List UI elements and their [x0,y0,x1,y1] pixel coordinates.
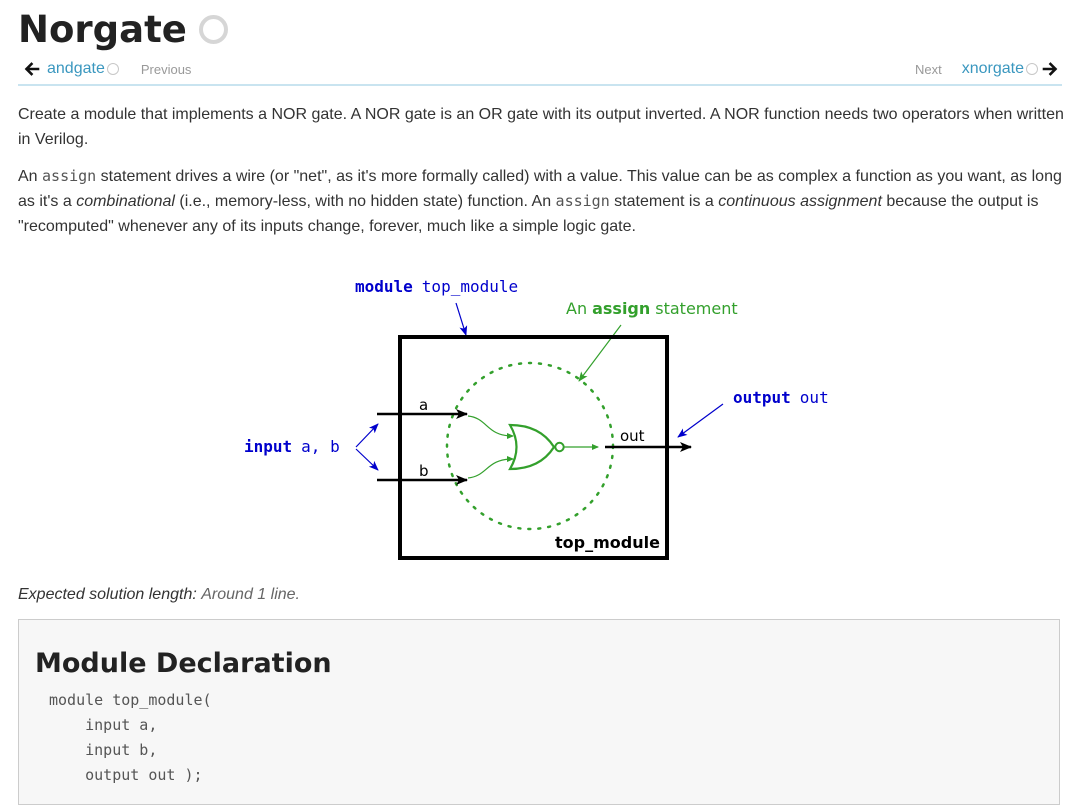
text: An [18,168,43,185]
completion-status-icon [198,14,228,44]
module-box-label: top_module [555,533,660,552]
inline-code: assign [42,167,97,185]
arrow-right-icon[interactable] [1042,61,1058,77]
module-declaration-panel: Module Declaration module top_module( in… [18,619,1060,805]
output-label-arrow [677,403,724,438]
module-diagram: module top_module An assign statement outpu… [244,277,829,560]
previous-problem-link[interactable]: andgate [47,60,105,78]
arrow-left-icon[interactable] [24,61,40,77]
assign-label-arrow [578,324,622,382]
expected-length-value: Around 1 line. [201,586,300,603]
expected-length: Expected solution length: Around 1 line. [18,586,300,604]
module-declaration-title: Module Declaration [35,648,332,679]
nav-next: Next xnorgate [915,60,1058,78]
next-problem-link[interactable]: xnorgate [962,60,1024,78]
inline-code: assign [555,192,610,210]
assign-label: An assign statement [566,299,738,318]
page-title-row: Norgate [18,4,228,54]
assign-paragraph: An assign statement drives a wire (or "n… [18,164,1064,239]
gate-input-a [467,415,514,439]
emphasis: combinational [76,193,175,210]
module-label-arrow [455,302,468,336]
gate-input-b [467,456,514,479]
wire-b-label: b [419,462,429,480]
assign-circle [445,361,615,531]
text: statement is a [609,193,719,210]
nor-bubble [554,441,565,453]
emphasis: continuous assignment [718,193,882,210]
wire-out-label: out [620,427,645,445]
previous-status-icon [106,63,119,75]
input-label-arrow-a [355,423,379,448]
nor-gate-icon [508,423,556,471]
text: (i.e., memory-less, with no hidden state… [174,193,556,210]
problem-navigation: andgate Previous Next xnorgate [18,58,1062,86]
module-declaration-code: module top_module( input a, input b, out… [49,691,212,784]
expected-length-label: Expected solution length: [18,586,197,603]
previous-label: Previous [140,61,192,77]
next-label: Next [915,61,942,77]
next-status-icon [1026,63,1038,75]
page-title: Norgate [18,7,187,51]
input-label-arrow-b [355,448,379,471]
input-label: input a, b [244,437,340,456]
nav-previous: andgate Previous [24,60,191,78]
output-label: output out [733,388,829,407]
module-label: module top_module [355,277,518,296]
wire-a-label: a [419,396,428,414]
intro-paragraph: Create a module that implements a NOR ga… [18,106,1064,148]
